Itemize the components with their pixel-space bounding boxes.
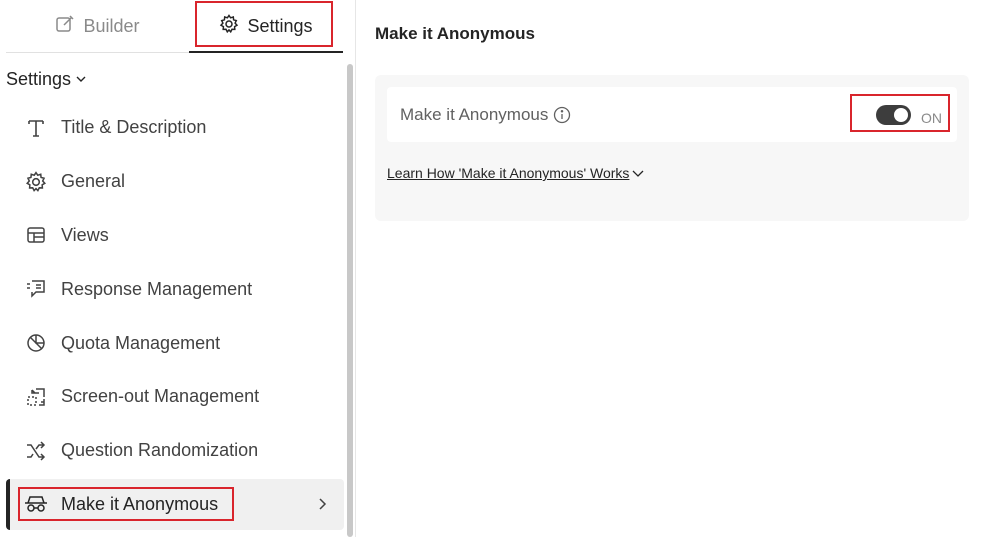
learn-link-label: Learn How 'Make it Anonymous' Works	[387, 165, 630, 181]
section-header-label: Settings	[6, 68, 72, 89]
sidebar-item-screen-out-management[interactable]: Screen-out Management	[6, 370, 344, 424]
table-layout-icon	[24, 223, 48, 247]
chevron-right-icon	[316, 495, 328, 516]
sidebar-item-label: Title & Description	[61, 117, 207, 138]
sidebar-item-label: General	[61, 171, 126, 192]
sidebar-item-question-randomization[interactable]: Question Randomization	[6, 424, 344, 478]
anonymous-toggle[interactable]	[876, 105, 911, 125]
sidebar-item-label: Question Randomization	[61, 440, 259, 461]
sidebar-item-label: Make it Anonymous	[61, 493, 219, 514]
incognito-icon	[24, 492, 48, 516]
sidebar-item-label: Screen-out Management	[61, 386, 260, 407]
tab-bar: Builder Settings	[6, 0, 343, 53]
sidebar-item-label: Response Management	[61, 278, 253, 299]
edit-icon	[55, 14, 83, 39]
settings-section-toggle[interactable]: Settings	[6, 66, 87, 92]
text-t-icon	[24, 116, 48, 140]
toggle-knob	[894, 108, 908, 122]
learn-how-link[interactable]: Learn How 'Make it Anonymous' Works	[387, 165, 644, 181]
sidebar-item-make-it-anonymous[interactable]: Make it Anonymous	[6, 478, 344, 530]
setting-label: Make it Anonymous	[400, 104, 549, 124]
tab-builder[interactable]: Builder	[6, 0, 189, 52]
sidebar-item-label: Quota Management	[61, 332, 221, 353]
page-title: Make it Anonymous	[375, 24, 535, 43]
quota-icon	[24, 331, 48, 355]
chevron-down-icon	[71, 69, 87, 90]
sidebar-item-general[interactable]: General	[6, 155, 344, 209]
gear-icon	[219, 13, 247, 39]
gear-icon	[24, 170, 48, 194]
app-window: Builder Settings Settings Title & Descri…	[0, 0, 991, 537]
sidebar-scrollbar[interactable]	[347, 64, 353, 537]
chat-list-icon	[24, 277, 48, 301]
sidebar-item-label: Views	[61, 224, 109, 245]
settings-sidebar: Builder Settings Settings Title & Descri…	[0, 0, 356, 537]
settings-nav: Title & Description General Views Respon…	[6, 101, 344, 530]
sidebar-item-views[interactable]: Views	[6, 209, 344, 263]
anonymous-setting-row: Make it Anonymous ON	[387, 87, 957, 142]
tab-builder-label: Builder	[83, 15, 140, 36]
info-icon[interactable]	[553, 106, 571, 124]
anonymous-settings-card: Make it Anonymous ON Learn How 'Make it …	[375, 75, 969, 221]
shuffle-icon	[24, 439, 48, 463]
sidebar-item-title-description[interactable]: Title & Description	[6, 101, 344, 155]
sidebar-item-quota-management[interactable]: Quota Management	[6, 316, 344, 370]
toggle-state-label: ON	[921, 110, 942, 126]
sidebar-item-response-management[interactable]: Response Management	[6, 262, 344, 316]
chevron-down-icon	[629, 165, 644, 181]
tab-settings[interactable]: Settings	[189, 0, 343, 53]
screen-out-icon	[24, 385, 48, 409]
tab-settings-label: Settings	[247, 15, 313, 36]
